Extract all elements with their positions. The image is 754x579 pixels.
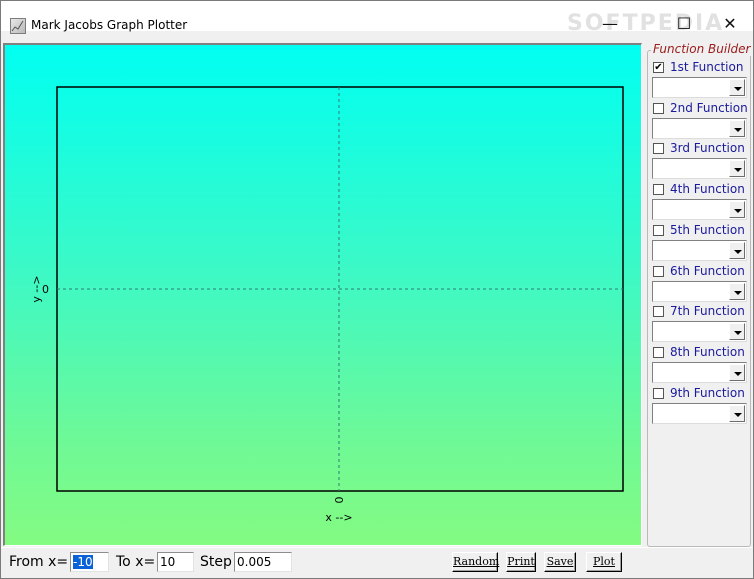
function-label-2[interactable]: 2nd Function: [670, 101, 748, 115]
plot-svg: 0 0 y --> x -->: [30, 86, 624, 524]
function-dropdown-2[interactable]: [652, 118, 747, 139]
window-title: Mark Jacobs Graph Plotter: [31, 18, 188, 32]
function-dropdown-3[interactable]: [652, 158, 747, 179]
plot-button-label: Plot: [593, 555, 615, 568]
step-input[interactable]: 0.005: [234, 552, 292, 572]
function-checkbox-1[interactable]: ✔: [653, 62, 664, 73]
print-button[interactable]: Print: [506, 552, 536, 572]
chevron-down-icon[interactable]: [729, 120, 745, 137]
function-checkbox-6[interactable]: [653, 266, 664, 277]
function-builder-title: Function Builder: [651, 42, 753, 56]
plot-canvas[interactable]: 0 0 y --> x -->: [5, 45, 641, 545]
from-x-input[interactable]: -10: [70, 552, 109, 572]
function-row-4: 4th Function: [653, 181, 749, 199]
chevron-down-icon[interactable]: [729, 283, 745, 300]
chevron-down-icon[interactable]: [729, 323, 745, 340]
function-dropdown-1[interactable]: [652, 77, 747, 98]
maximize-button[interactable]: ☐: [661, 9, 707, 37]
function-checkbox-3[interactable]: [653, 143, 664, 154]
chevron-down-icon[interactable]: [729, 79, 745, 96]
function-checkbox-7[interactable]: [653, 306, 664, 317]
random-button-label: Random: [453, 555, 500, 568]
function-dropdown-7[interactable]: [652, 321, 747, 342]
function-dropdown-5[interactable]: [652, 240, 747, 261]
title-bar[interactable]: Mark Jacobs Graph Plotter SOFTPEDIA — ☐ …: [1, 1, 753, 36]
from-x-label: From x=: [9, 554, 69, 570]
function-label-1[interactable]: 1st Function: [670, 60, 743, 74]
function-row-7: 7th Function: [653, 303, 749, 321]
function-checkbox-4[interactable]: [653, 184, 664, 195]
save-button-label: Save: [546, 555, 574, 568]
function-checkbox-2[interactable]: [653, 103, 664, 114]
function-label-5[interactable]: 5th Function: [670, 223, 745, 237]
function-label-8[interactable]: 8th Function: [670, 345, 745, 359]
random-button[interactable]: Random: [452, 552, 500, 572]
chevron-down-icon[interactable]: [729, 160, 745, 177]
to-x-label: To x=: [116, 554, 156, 570]
function-checkbox-5[interactable]: [653, 225, 664, 236]
y-zero-label: 0: [42, 283, 49, 296]
function-dropdown-6[interactable]: [652, 281, 747, 302]
function-label-6[interactable]: 6th Function: [670, 264, 745, 278]
function-label-7[interactable]: 7th Function: [670, 304, 745, 318]
graph-app-icon: [10, 18, 26, 34]
print-button-label: Print: [507, 555, 535, 568]
app-window: Mark Jacobs Graph Plotter SOFTPEDIA — ☐ …: [0, 0, 754, 579]
function-dropdown-4[interactable]: [652, 199, 747, 220]
bottom-divider: [1, 547, 753, 548]
function-row-9: 9th Function: [653, 385, 749, 403]
x-axis-label: x -->: [325, 511, 352, 524]
chevron-down-icon[interactable]: [729, 405, 745, 422]
chevron-down-icon[interactable]: [729, 242, 745, 259]
minimize-button[interactable]: —: [587, 9, 633, 37]
function-label-3[interactable]: 3rd Function: [670, 141, 745, 155]
function-row-1: ✔ 1st Function: [653, 59, 749, 77]
function-row-8: 8th Function: [653, 344, 749, 362]
y-axis-label: y -->: [30, 275, 43, 302]
function-row-3: 3rd Function: [653, 140, 749, 158]
chevron-down-icon[interactable]: [729, 364, 745, 381]
function-row-6: 6th Function: [653, 263, 749, 281]
from-x-value: -10: [73, 555, 93, 569]
function-checkbox-8[interactable]: [653, 347, 664, 358]
function-row-5: 5th Function: [653, 222, 749, 240]
x-zero-label: 0: [333, 497, 346, 504]
function-label-9[interactable]: 9th Function: [670, 386, 745, 400]
function-label-4[interactable]: 4th Function: [670, 182, 745, 196]
close-button[interactable]: ✕: [707, 9, 753, 37]
function-checkbox-9[interactable]: [653, 388, 664, 399]
function-row-2: 2nd Function: [653, 100, 749, 118]
plot-button[interactable]: Plot: [586, 552, 622, 572]
step-label: Step: [200, 554, 232, 570]
chevron-down-icon[interactable]: [729, 201, 745, 218]
function-dropdown-9[interactable]: [652, 403, 747, 424]
to-x-input[interactable]: 10: [157, 552, 194, 572]
save-button[interactable]: Save: [544, 552, 576, 572]
function-dropdown-8[interactable]: [652, 362, 747, 383]
